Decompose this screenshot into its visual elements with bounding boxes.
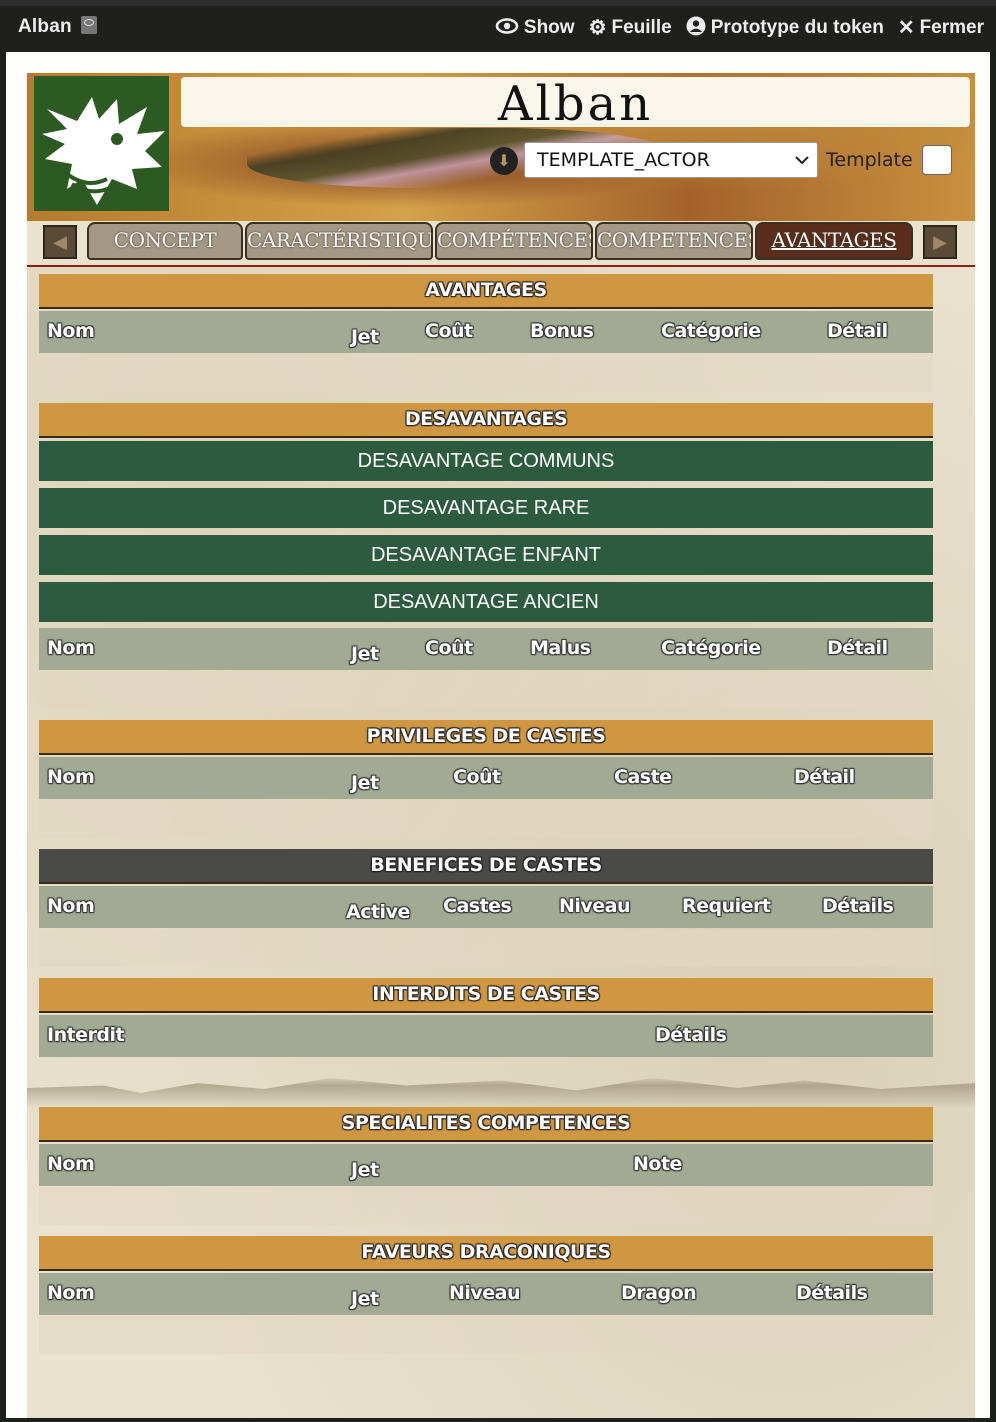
benefices-column-header: Nom Active Castes Niveau Requiert Détail… — [39, 886, 933, 928]
column-nom: Nom — [47, 766, 95, 788]
column-jet: Jet — [351, 1288, 379, 1310]
show-button[interactable]: Show — [495, 16, 575, 40]
desavantage-rare-header[interactable]: DESAVANTAGE RARE — [39, 488, 933, 528]
template-checkbox[interactable] — [922, 145, 952, 175]
column-nom: Nom — [47, 637, 95, 659]
column-nom: Nom — [47, 1282, 95, 1304]
tab-avantages[interactable]: AVANTAGES — [755, 222, 913, 260]
column-jet: Jet — [351, 772, 379, 794]
window-header: Alban Show ⚙ Feuille Prototype du token … — [0, 0, 996, 52]
window-controls: Show ⚙ Feuille Prototype du token ✕ Ferm… — [495, 16, 984, 40]
column-detail: Détail — [794, 766, 855, 788]
column-dragon: Dragon — [621, 1282, 697, 1304]
benefices-empty-row — [39, 929, 933, 967]
torn-parchment-edge — [27, 1078, 975, 1108]
column-nom: Nom — [47, 895, 95, 917]
column-bonus: Bonus — [530, 320, 594, 342]
template-label: Template — [826, 149, 913, 171]
prototype-token-button[interactable]: Prototype du token — [686, 16, 884, 40]
column-niveau: Niveau — [449, 1282, 521, 1304]
tab-competences-2[interactable]: COMPETENCES — [595, 222, 753, 260]
faveurs-empty-row — [39, 1316, 933, 1354]
token-label: Prototype du token — [710, 17, 884, 38]
interdits-column-header: Interdit Détails — [39, 1015, 933, 1057]
tab-scroll-right-icon[interactable]: ▶ — [923, 225, 957, 259]
show-label: Show — [523, 17, 575, 38]
section-desavantages-title: DESAVANTAGES — [39, 403, 933, 438]
eye-icon — [495, 17, 519, 39]
chevron-down-icon — [795, 143, 809, 177]
column-jet: Jet — [351, 643, 379, 665]
actor-template-select[interactable]: TEMPLATE_ACTOR — [524, 142, 818, 178]
sheet-button[interactable]: ⚙ Feuille — [589, 16, 672, 40]
tab-bar: ◀ CONCEPT CARACTÉRISTIQUE COMPÉTENCES CO… — [27, 221, 975, 267]
desavantages-column-header: Nom Jet Coût Malus Catégorie Détail — [39, 628, 933, 670]
column-cout: Coût — [425, 320, 473, 342]
section-interdits-title: INTERDITS DE CASTES — [39, 978, 933, 1013]
specialites-column-header: Nom Jet Note — [39, 1144, 933, 1186]
section-faveurs-title: FAVEURS DRACONIQUES — [39, 1236, 933, 1271]
column-note: Note — [633, 1153, 682, 1175]
close-button[interactable]: ✕ Fermer — [898, 16, 984, 40]
import-icon[interactable]: ⬇ — [490, 147, 518, 175]
column-nom: Nom — [47, 320, 95, 342]
column-detail: Détail — [827, 637, 888, 659]
desavantage-ancien-header[interactable]: DESAVANTAGE ANCIEN — [39, 582, 933, 622]
compendium-link-icon[interactable] — [81, 16, 98, 34]
column-jet: Jet — [351, 1159, 379, 1181]
specialites-empty-row — [39, 1187, 933, 1225]
avantages-empty-row — [39, 354, 933, 392]
column-details: Détails — [796, 1282, 868, 1304]
column-cout: Coût — [425, 637, 473, 659]
character-name[interactable]: Alban — [181, 77, 970, 131]
section-privileges-title: PRIVILEGES DE CASTES — [39, 720, 933, 755]
window-title: Alban — [18, 16, 98, 38]
privileges-column-header: Nom Jet Coût Caste Détail — [39, 757, 933, 799]
desavantage-communs-header[interactable]: DESAVANTAGE COMMUNS — [39, 441, 933, 481]
user-circle-icon — [686, 16, 706, 40]
close-icon: ✕ — [897, 17, 915, 39]
column-interdit: Interdit — [47, 1024, 125, 1046]
tab-competences[interactable]: COMPÉTENCES — [435, 222, 593, 260]
column-requiert: Requiert — [682, 895, 771, 917]
column-caste: Caste — [614, 766, 672, 788]
desavantages-empty-row — [39, 671, 933, 709]
window-title-text: Alban — [18, 16, 72, 37]
parchment-background: Alban ⬇ TEMPLATE_ACTOR Template ◀ CONCEP… — [27, 73, 975, 1418]
column-categorie: Catégorie — [661, 637, 761, 659]
column-active: Active — [346, 901, 410, 923]
gear-icon: ⚙ — [588, 17, 607, 39]
column-categorie: Catégorie — [661, 320, 761, 342]
header-banner: Alban ⬇ TEMPLATE_ACTOR Template — [27, 73, 975, 223]
sheet-label: Feuille — [611, 17, 672, 38]
faveurs-column-header: Nom Jet Niveau Dragon Détails — [39, 1273, 933, 1315]
column-castes: Castes — [443, 895, 512, 917]
close-label: Fermer — [919, 17, 984, 38]
character-sheet: Alban ⬇ TEMPLATE_ACTOR Template ◀ CONCEP… — [6, 52, 990, 1418]
column-cout: Coût — [453, 766, 501, 788]
column-niveau: Niveau — [559, 895, 631, 917]
column-malus: Malus — [530, 637, 591, 659]
dragon-logo-icon[interactable] — [34, 76, 169, 211]
tab-caracteristique[interactable]: CARACTÉRISTIQUE — [245, 222, 433, 260]
avantages-column-header: Nom Jet Coût Bonus Catégorie Détail — [39, 311, 933, 353]
tab-concept[interactable]: CONCEPT — [87, 222, 243, 260]
column-detail: Détail — [827, 320, 888, 342]
desavantage-enfant-header[interactable]: DESAVANTAGE ENFANT — [39, 535, 933, 575]
section-benefices-title: BENEFICES DE CASTES — [39, 849, 933, 884]
section-specialites-title: SPECIALITES COMPETENCES — [39, 1107, 933, 1142]
privileges-empty-row — [39, 800, 933, 838]
column-nom: Nom — [47, 1153, 95, 1175]
column-jet: Jet — [351, 326, 379, 348]
section-avantages-title: AVANTAGES — [39, 274, 933, 309]
column-details: Détails — [822, 895, 894, 917]
column-details: Détails — [655, 1024, 727, 1046]
actor-template-value: TEMPLATE_ACTOR — [537, 149, 710, 171]
tab-scroll-left-icon[interactable]: ◀ — [43, 225, 77, 259]
